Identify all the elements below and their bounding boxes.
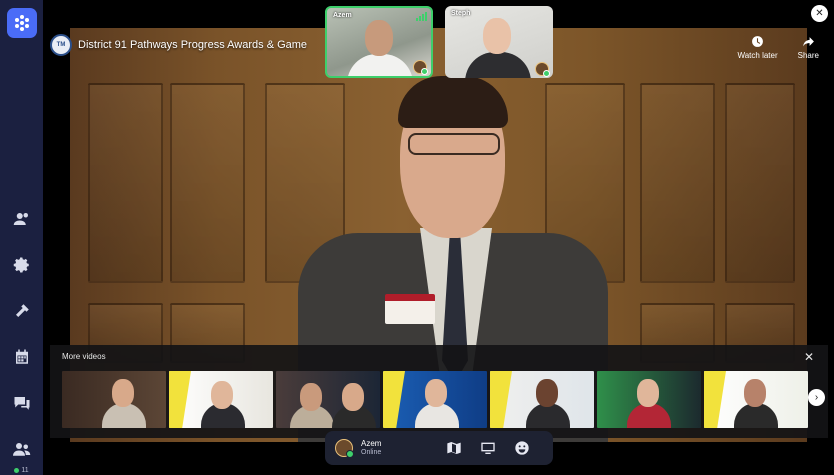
monitor-icon <box>481 442 495 454</box>
video-thumbnail[interactable] <box>597 371 701 428</box>
gear-icon[interactable] <box>11 251 33 279</box>
thumb-face <box>112 379 134 407</box>
video-thumbnail[interactable] <box>62 371 166 428</box>
user-avatar[interactable] <box>335 439 354 458</box>
video-actions: Watch later Share <box>737 35 819 60</box>
participant-avatar <box>535 62 550 77</box>
video-title-bar: TM District 91 Pathways Progress Awards … <box>50 34 307 56</box>
video-thumbnails <box>62 371 808 428</box>
participant-face <box>365 20 393 56</box>
share-icon <box>802 37 814 47</box>
participant-tile[interactable]: Azem <box>325 6 433 78</box>
thumb-face <box>300 383 322 411</box>
control-bar: Azem Online <box>325 431 553 465</box>
sidebar: 11 <box>0 0 43 475</box>
thumb-banner <box>169 371 191 428</box>
map-button[interactable] <box>441 435 467 461</box>
channel-logo-icon[interactable]: TM <box>50 34 72 56</box>
name-badge <box>385 294 435 324</box>
calendar-icon[interactable] <box>11 343 33 371</box>
video-title[interactable]: District 91 Pathways Progress Awards & G… <box>78 39 307 51</box>
close-icon: ✕ <box>815 8 824 19</box>
thumb-face <box>211 381 233 409</box>
video-thumbnail[interactable] <box>490 371 594 428</box>
wood-panel <box>88 83 163 283</box>
thumb-face <box>637 379 659 407</box>
thumb-face <box>536 379 558 407</box>
video-thumbnail[interactable] <box>704 371 808 428</box>
signal-strength-icon <box>416 12 427 21</box>
participant-tile[interactable]: Steph <box>445 6 553 78</box>
screen-share-button[interactable] <box>475 435 501 461</box>
people-icon[interactable] <box>11 205 33 233</box>
emoji-button[interactable] <box>509 435 535 461</box>
watch-later-button[interactable]: Watch later <box>737 35 778 60</box>
wood-panel <box>725 83 795 283</box>
participant-torso <box>347 54 413 76</box>
user-name: Azem <box>361 439 382 449</box>
thumb-banner <box>383 371 405 428</box>
participant-name: Azem <box>333 12 352 19</box>
users-icon[interactable] <box>11 435 33 463</box>
participant-face <box>483 18 511 54</box>
close-more-videos-button[interactable]: ✕ <box>804 350 814 364</box>
participant-avatar <box>413 60 428 75</box>
thumb-face <box>425 379 447 407</box>
app-window: 11 TM District 91 Pathways Progress Awar… <box>0 0 834 475</box>
video-thumbnail[interactable] <box>383 371 487 428</box>
user-status: Online <box>361 448 382 456</box>
chevron-right-icon: › <box>814 392 819 403</box>
participant-torso <box>465 52 531 78</box>
more-videos-title: More videos <box>62 352 106 361</box>
hammer-icon[interactable] <box>11 297 33 325</box>
thumb-banner <box>704 371 726 428</box>
participant-name: Steph <box>451 10 471 17</box>
chat-icon[interactable] <box>11 389 33 417</box>
thumb-face <box>744 379 766 407</box>
users-online-count: 11 <box>14 467 29 474</box>
video-thumbnail[interactable] <box>169 371 273 428</box>
speaker-glasses <box>408 133 500 155</box>
wood-panel <box>170 83 245 283</box>
map-icon <box>447 442 461 454</box>
thumb-face <box>342 383 364 411</box>
wood-panel <box>640 83 715 283</box>
speaker-hair <box>398 76 508 128</box>
share-button[interactable]: Share <box>798 35 819 60</box>
user-info[interactable]: Azem Online <box>361 439 433 456</box>
video-thumbnail[interactable] <box>276 371 380 428</box>
app-logo-icon[interactable] <box>6 8 37 38</box>
emoji-icon <box>515 441 529 455</box>
next-videos-button[interactable]: › <box>808 389 825 406</box>
online-dot-icon <box>14 468 20 473</box>
thumb-banner <box>490 371 512 428</box>
more-videos-panel: More videos ✕ › <box>50 345 828 438</box>
clock-icon <box>752 36 763 47</box>
close-video-button[interactable]: ✕ <box>811 5 828 22</box>
